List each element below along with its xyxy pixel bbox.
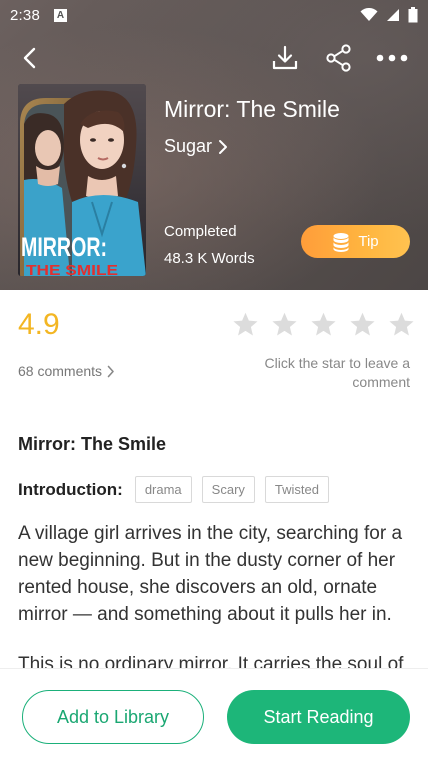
more-dots-icon [376, 54, 408, 62]
share-icon [326, 44, 351, 72]
start-reading-button[interactable]: Start Reading [227, 690, 410, 744]
notification-icon: A [54, 8, 67, 22]
intro-label: Introduction: [18, 479, 123, 499]
cover-title-line2: THE SMILE [26, 262, 118, 276]
download-button[interactable] [265, 38, 305, 78]
word-count: 48.3 K Words [164, 250, 255, 267]
cover-title-line1: MIRROR: [21, 232, 107, 262]
intro-paragraph: This is no ordinary mirror. It carries t… [18, 654, 404, 668]
completion-status: Completed [164, 223, 237, 240]
chevron-right-icon [107, 365, 114, 377]
star-icon-5[interactable] [388, 311, 415, 338]
share-button[interactable] [319, 38, 359, 78]
battery-icon [408, 7, 418, 23]
tip-label: Tip [358, 233, 379, 250]
bottom-action-bar: Add to Library Start Reading [0, 668, 428, 760]
star-icon-4[interactable] [349, 311, 376, 338]
comments-count: 68 comments [18, 363, 103, 379]
back-arrow-icon [23, 47, 36, 69]
status-time: 2:38 [10, 6, 40, 24]
tag-chip[interactable]: Twisted [264, 476, 329, 503]
book-cover[interactable]: MIRROR: THE SMILE [18, 84, 146, 276]
coins-icon [333, 232, 349, 252]
status-bar: 2:38 A [0, 0, 428, 30]
intro-paragraph: A village girl arrives in the city, sear… [18, 523, 403, 625]
comments-link[interactable]: 68 comments [18, 363, 115, 379]
intro-text: A village girl arrives in the city, sear… [18, 520, 410, 668]
star-icon-1[interactable] [232, 311, 259, 338]
more-options-button[interactable] [372, 38, 412, 78]
tag-chip[interactable]: drama [134, 476, 192, 503]
status-icons [360, 7, 418, 23]
header-toolbar [0, 38, 428, 78]
book-header: 2:38 A MIRROR: THE SMILE Mirror: The Smi… [0, 0, 428, 290]
details-title: Mirror: The Smile [18, 434, 167, 454]
intro-header: Introduction: drama Scary Twisted [18, 476, 339, 503]
star-icon-3[interactable] [310, 311, 337, 338]
signal-icon [387, 9, 399, 21]
wifi-icon [360, 8, 378, 21]
tag-chip[interactable]: Scary [201, 476, 255, 503]
author-name: Sugar [164, 136, 213, 156]
download-icon [272, 45, 298, 70]
author-link[interactable]: Sugar [164, 136, 228, 157]
intro-scroll-area[interactable]: A village girl arrives in the city, sear… [0, 518, 428, 668]
book-title: Mirror: The Smile [164, 96, 340, 122]
back-button[interactable] [10, 38, 50, 78]
rating-score: 4.9 [18, 308, 60, 341]
cover-illustration: MIRROR: THE SMILE [18, 84, 146, 276]
tip-button[interactable]: Tip [301, 225, 410, 258]
star-icon-2[interactable] [271, 311, 298, 338]
rate-stars [232, 311, 415, 338]
rate-hint: Click the star to leave a comment [264, 355, 410, 390]
add-to-library-button[interactable]: Add to Library [22, 690, 204, 744]
chevron-right-icon [219, 139, 228, 154]
